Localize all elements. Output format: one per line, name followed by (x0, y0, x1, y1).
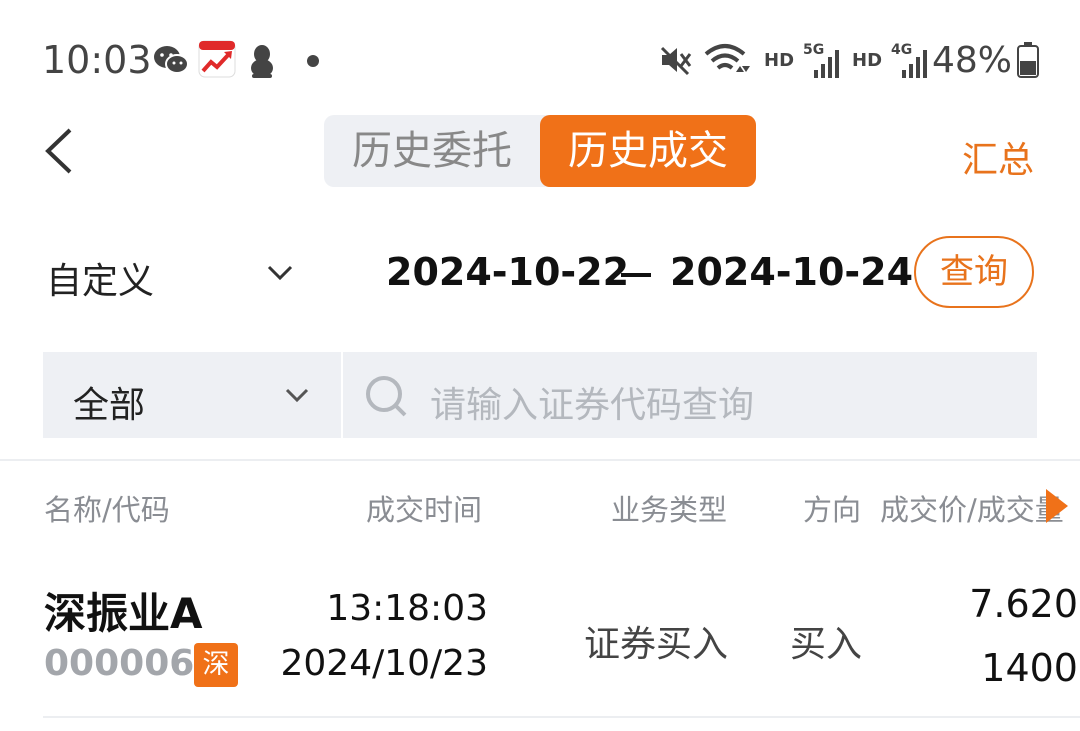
stock-name: 深振业A (44, 589, 203, 638)
battery-icon (1017, 42, 1039, 78)
trade-direction: 买入 (790, 624, 863, 665)
row-divider (43, 716, 1080, 718)
battery-percent: 48% (931, 40, 1012, 81)
trade-price: 7.620 (969, 582, 1078, 626)
tab-segment: 历史委托 历史成交 (324, 115, 756, 187)
wifi-icon (704, 44, 750, 72)
stock-code: 000006 (44, 643, 195, 684)
trade-date: 2024/10/23 (280, 643, 489, 684)
status-time: 10:03 (42, 38, 152, 82)
exchange-badge: 深 (194, 643, 238, 687)
back-icon[interactable] (40, 126, 80, 176)
date-range-select[interactable]: 自定义 (46, 252, 154, 304)
col-price-qty: 成交价/成交量 (880, 493, 1064, 527)
date-to[interactable]: 2024-10-24 (670, 250, 913, 294)
mute-icon (660, 46, 692, 76)
col-trade-time: 成交时间 (366, 493, 483, 527)
signal-icon (814, 50, 839, 78)
trade-time: 13:18:03 (326, 588, 488, 629)
query-button[interactable]: 查询 (914, 236, 1034, 308)
scroll-right-icon[interactable] (1046, 489, 1068, 523)
business-type: 证券买入 (584, 624, 729, 665)
hd-label-2: HD (852, 50, 883, 71)
col-biz-type: 业务类型 (611, 493, 728, 527)
market-filter-label[interactable]: 全部 (73, 376, 145, 428)
divider (0, 459, 1080, 461)
tab-history-orders[interactable]: 历史委托 (324, 115, 540, 187)
tencent-stock-icon (198, 40, 236, 78)
trade-quantity: 1400 (981, 646, 1078, 690)
hd-label: HD (764, 50, 795, 71)
date-from[interactable]: 2024-10-22 (386, 250, 629, 294)
col-name-code: 名称/代码 (44, 493, 170, 527)
signal-icon-2 (902, 50, 927, 78)
chevron-down-icon[interactable] (266, 258, 294, 286)
date-separator (621, 273, 651, 277)
search-placeholder[interactable]: 请输入证券代码查询 (430, 376, 754, 428)
chevron-down-icon[interactable] (284, 382, 310, 408)
dot-icon (307, 55, 319, 67)
search-icon (366, 376, 407, 417)
tab-history-trades[interactable]: 历史成交 (540, 115, 756, 187)
col-direction: 方向 (803, 493, 862, 527)
wechat-icon (154, 46, 189, 74)
summary-button[interactable]: 汇总 (962, 131, 1034, 183)
qq-icon (251, 45, 273, 78)
